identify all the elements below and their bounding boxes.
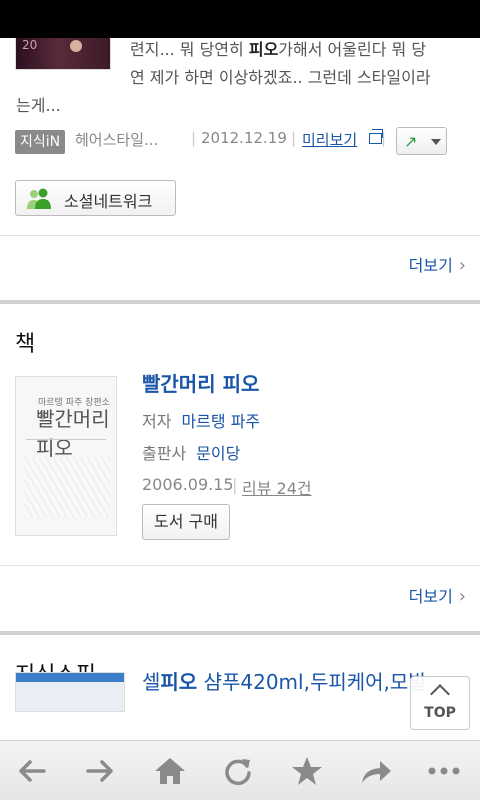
- separator: |: [291, 129, 297, 147]
- preview-link[interactable]: 미리보기: [302, 129, 357, 150]
- result-snippet[interactable]: 련지... 뭐 당연히 피오가해서 어울린다 뭐 당 연 제가 하면 이상하겠죠…: [16, 38, 466, 120]
- book-title-link[interactable]: 빨간머리 피오: [142, 368, 259, 397]
- separator: |: [232, 475, 238, 494]
- result-meta: 지식iN 헤어스타일... | 2012.12.19 | 미리보기 | ↗: [15, 127, 465, 157]
- separator: |: [191, 129, 197, 147]
- kin-badge: 지식iN: [15, 130, 66, 154]
- publisher-link[interactable]: 문이당: [196, 444, 240, 463]
- book-publisher-row: 출판사 문이당: [142, 440, 240, 464]
- star-icon[interactable]: [289, 755, 325, 787]
- top-label: TOP: [424, 705, 456, 721]
- snippet-text: 는게...: [16, 96, 61, 115]
- book-cover[interactable]: 마르탱 파주 장편소설 빨간머리 피오: [15, 376, 117, 536]
- more-link-kin[interactable]: 더보기 ›: [409, 252, 466, 276]
- share-icon[interactable]: [358, 755, 394, 787]
- status-bar: [0, 0, 480, 38]
- buy-book-button[interactable]: 도서 구매: [142, 504, 230, 540]
- publisher-key: 출판사: [142, 444, 187, 463]
- book-author-row: 저자 마르탱 파주: [142, 408, 260, 432]
- book-review-link[interactable]: 리뷰 24건: [242, 475, 312, 499]
- product-thumbnail[interactable]: [15, 672, 125, 712]
- snippet-text: 연 제가 하면 이상하겠죠.. 그런데 스타일이라: [130, 68, 431, 87]
- book-title-text: 빨간머리: [142, 372, 223, 396]
- result-date: 2012.12.19: [201, 129, 287, 147]
- forward-icon[interactable]: [82, 755, 118, 787]
- chevron-right-icon: ›: [458, 255, 466, 276]
- more-link-book[interactable]: 더보기 ›: [409, 583, 466, 607]
- snippet-text: 련지... 뭐 당연히: [130, 40, 249, 59]
- cover-illustration: [24, 457, 110, 517]
- chevron-up-icon: [430, 684, 450, 704]
- separator: |: [381, 129, 387, 147]
- product-title-link[interactable]: 셀피오 샴푸420ml,두피케어,모발: [142, 666, 427, 695]
- section-divider: [0, 300, 480, 304]
- home-icon[interactable]: [152, 755, 188, 787]
- divider: [0, 565, 480, 566]
- chevron-right-icon: ›: [458, 586, 466, 607]
- more-label: 더보기: [408, 256, 453, 275]
- content-area[interactable]: 20 련지... 뭐 당연히 피오가해서 어울린다 뭐 당 연 제가 하면 이상…: [0, 38, 480, 740]
- author-link[interactable]: 마르탱 파주: [181, 412, 260, 431]
- share-button[interactable]: ↗: [396, 127, 447, 155]
- social-network-button[interactable]: 소셜네트워크: [15, 180, 176, 216]
- product-title-text: 셀: [142, 670, 161, 694]
- chevron-down-icon: [431, 139, 441, 145]
- social-network-label: 소셜네트워크: [64, 192, 153, 211]
- cover-title: 빨간머리 피오: [36, 407, 110, 460]
- result-source: 헤어스타일...: [75, 131, 159, 149]
- refresh-icon[interactable]: [220, 755, 256, 787]
- scroll-top-button[interactable]: TOP: [410, 676, 470, 730]
- section-divider: [0, 631, 480, 635]
- book-date: 2006.09.15: [142, 475, 234, 494]
- more-icon[interactable]: [426, 755, 462, 787]
- back-icon[interactable]: [14, 755, 50, 787]
- more-label: 더보기: [408, 587, 453, 606]
- author-key: 저자: [142, 412, 172, 431]
- snippet-highlight: 피오: [248, 40, 279, 59]
- section-title-book: 책: [15, 332, 36, 357]
- product-title-text: 샴푸420ml,두피케어,모발: [197, 670, 427, 694]
- people-icon: [27, 188, 51, 209]
- book-title-highlight: 피오: [222, 372, 260, 396]
- snippet-text: 가해서 어울린다 뭐 당: [278, 40, 427, 59]
- product-title-highlight: 피오: [160, 670, 198, 694]
- browser-toolbar: [0, 740, 480, 800]
- share-icon: ↗: [404, 132, 418, 151]
- divider: [0, 235, 480, 236]
